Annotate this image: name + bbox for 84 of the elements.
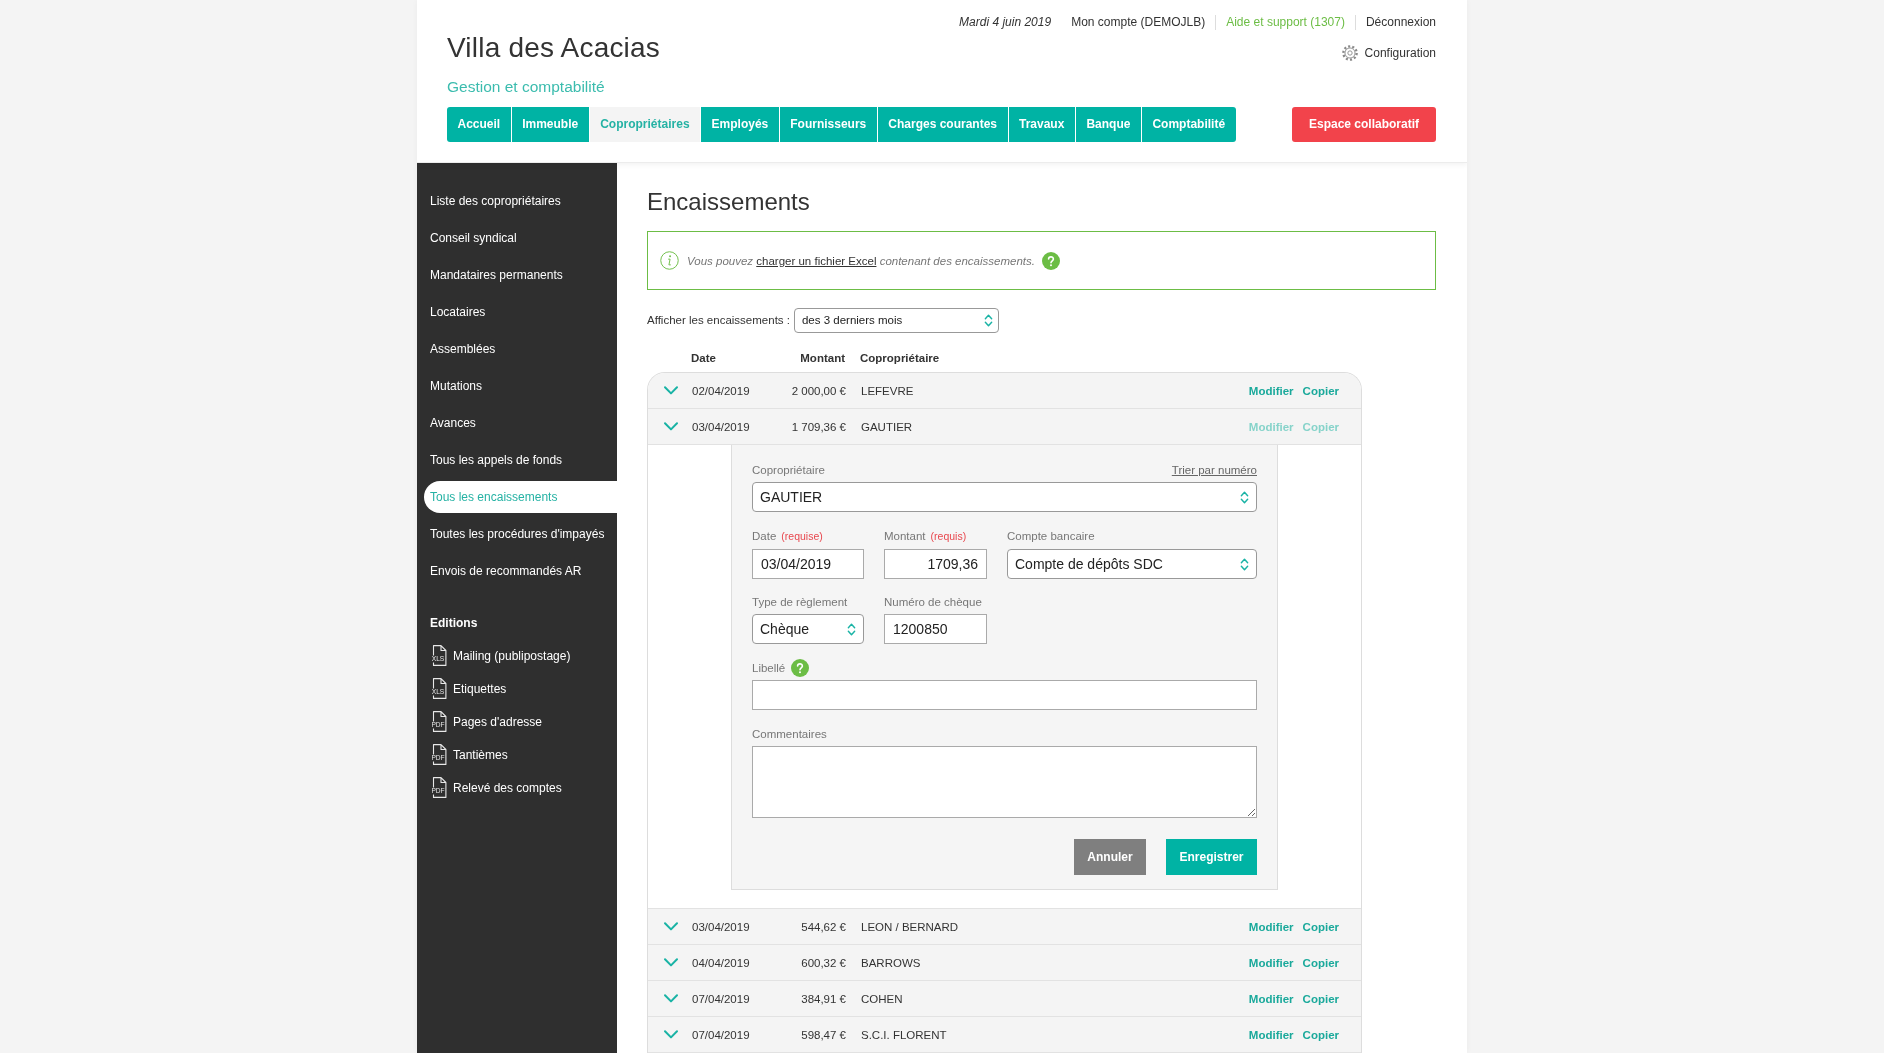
logout-link[interactable]: Déconnexion [1365,15,1436,29]
amount-cell-text: 2 000,00 € [790,384,846,397]
amount-cell-text: 544,62 € [800,920,846,933]
sidebar-item[interactable]: Toutes les procédures d'impayés [424,518,617,550]
field-label: Commentaires [752,727,827,740]
chevron-down-icon[interactable] [664,994,678,1003]
editions-heading: Editions [430,615,479,631]
date-cell-text: 07/04/2019 [692,992,751,1005]
excel-upload-link[interactable]: charger un fichier Excel [756,254,877,267]
field-label: Compte bancaire [1007,529,1095,542]
configuration-link[interactable]: Configuration [1340,44,1436,62]
sidebar-item[interactable]: Mutations [424,370,617,402]
period-select[interactable]: des 3 derniers mois [793,307,999,333]
sidebar-item[interactable]: Assemblées [424,333,617,365]
payment-row[interactable]: 07/04/2019 598,47 € S.C.I. FLORENT Modifier Copier [648,1017,1361,1053]
chevron-down-icon[interactable] [664,386,678,395]
sort-by-number-link[interactable]: Trier par numéro [1171,463,1257,476]
owner-cell-text: S.C.I. FLORENT [861,1028,948,1041]
amount-field[interactable]: 1709,36 [884,549,987,579]
settings-icon [1340,44,1359,62]
owner-cell-text: LEON / BERNARD [861,920,960,933]
chevron-down-icon[interactable] [664,1030,678,1039]
description-field[interactable] [752,680,1257,710]
date-cell-text: 03/04/2019 [692,420,751,433]
date-cell-text: 04/04/2019 [692,956,751,969]
required-note: (requise) [781,529,823,542]
up-down-chevron-icon [983,312,993,328]
owner-cell-text: COHEN [861,992,904,1005]
owner-cell-text: BARROWS [861,956,922,969]
field-label: Copropriétaire [752,463,825,476]
info-icon [660,251,679,270]
payment-row[interactable]: 04/04/2019 600,32 € BARROWS Modifier Copier [648,945,1361,981]
cheque-number-field[interactable]: 1200850 [884,614,987,644]
cancel-button[interactable]: Annuler [1074,839,1146,875]
site-title: Villa des Acacias [447,31,660,65]
up-down-chevron-icon [1240,556,1249,572]
column-header: Date [691,351,717,364]
sidebar-item[interactable]: Locataires [424,296,617,328]
collaborative-space-button[interactable]: Espace collaboratif [1291,107,1436,142]
payment-row[interactable]: 07/04/2019 384,91 € COHEN Modifier Copier [648,981,1361,1017]
date-cell-text: 03/04/2019 [692,920,751,933]
amount-cell-text: 598,47 € [800,1028,846,1041]
help-icon[interactable] [791,659,810,677]
bank-account-select[interactable]: Compte de dépôts SDC [1007,549,1257,579]
owner-cell-text: LEFEVRE [861,384,915,397]
field-label: Libellé [752,662,786,674]
sidebar-item[interactable]: Conseil syndical [424,222,617,254]
sidebar-item[interactable]: Mandataires permanents [424,259,617,291]
field-label: Type de règlement [752,595,848,608]
payment-row[interactable]: 03/04/2019 544,62 € LEON / BERNARD Modifier Copier [648,909,1361,945]
sidebar-item[interactable]: Envois de recommandés AR [424,555,617,587]
info-text: Vous pouvez charger un fichier Excel contenant des encaissements. [687,254,1035,267]
sidebar-item[interactable]: Tous les appels de fonds [424,444,617,476]
payment-row[interactable]: 03/04/2019 1 709,36 € GAUTIER Modifier Copier [648,409,1361,445]
comments-field[interactable] [752,746,1257,818]
amount-cell-text: 600,32 € [800,956,846,969]
field-label: Montant [884,529,926,542]
column-header: Copropriétaire [860,351,940,364]
up-down-chevron-icon [1240,489,1249,505]
chevron-down-icon[interactable] [664,922,678,931]
payment-row[interactable]: 02/04/2019 2 000,00 € LEFEVRE Modifier Copier [648,373,1361,409]
account-link[interactable]: Mon compte (DEMOJLB) [1071,15,1206,29]
sidebar-item[interactable]: Liste des copropriétaires [424,185,617,217]
page-title: Encaissements [647,187,811,217]
filter-label: Afficher les encaissements : [647,314,790,326]
site-subtitle: Gestion et comptabilité [447,77,606,97]
chevron-down-icon[interactable] [664,958,678,967]
help-icon[interactable] [1042,251,1060,270]
sidebar-item[interactable]: Avances [424,407,617,439]
date-cell-text: 02/04/2019 [692,384,751,397]
required-note: (requis) [930,529,967,542]
date-field[interactable]: 03/04/2019 [752,549,864,579]
chevron-down-icon[interactable] [664,422,678,431]
date-cell-text: 07/04/2019 [692,1028,751,1041]
amount-cell-text: 1 709,36 € [790,420,846,433]
current-date: Mardi 4 juin 2019 [959,15,1052,29]
payment-type-select[interactable]: Chèque [752,614,864,644]
field-label: Date [752,529,777,542]
field-label: Numéro de chèque [884,595,982,608]
column-header: Montant [799,351,845,364]
owner-select[interactable]: GAUTIER [752,482,1257,512]
amount-cell-text: 384,91 € [800,992,846,1005]
owner-cell-text: GAUTIER [861,420,914,433]
up-down-chevron-icon [847,621,856,637]
